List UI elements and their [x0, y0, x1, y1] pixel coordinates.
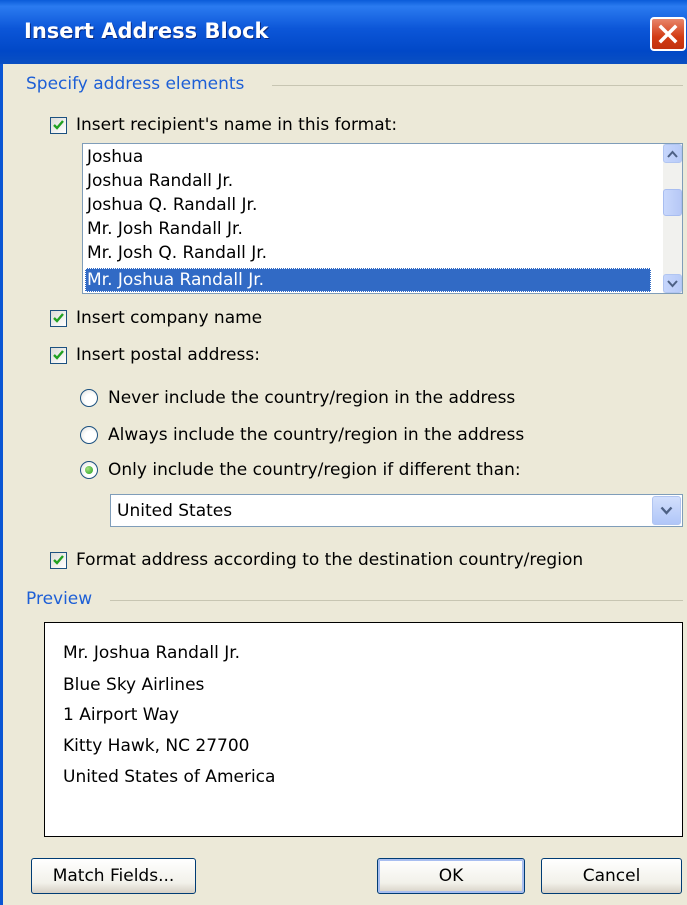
section-label-address-elements: Specify address elements [26, 74, 245, 94]
format-by-destination-checkbox[interactable] [50, 552, 67, 569]
radio-never-include-label: Never include the country/region in the … [108, 388, 516, 408]
country-dropdown-value: United States [117, 501, 233, 521]
preview-line: Mr. Joshua Randall Jr. [63, 643, 241, 663]
chevron-up-icon [667, 150, 678, 158]
dialog-title: Insert Address Block [24, 19, 269, 43]
chevron-down-icon [660, 506, 673, 515]
postal-address-label: Insert postal address: [76, 345, 260, 365]
preview-line: Blue Sky Airlines [63, 675, 205, 695]
list-item[interactable]: Joshua Randall Jr. [87, 169, 233, 193]
checkmark-icon [53, 120, 64, 130]
name-format-listbox[interactable]: Joshua Joshua Randall Jr. Joshua Q. Rand… [82, 143, 683, 294]
radio-only-if-different-label: Only include the country/region if diffe… [108, 460, 521, 480]
radio-selected-dot [85, 466, 93, 474]
title-bar: Insert Address Block [0, 0, 687, 64]
chevron-down-icon [667, 279, 678, 287]
radio-only-if-different[interactable] [80, 461, 98, 479]
radio-always-include-country[interactable] [80, 426, 98, 444]
company-name-checkbox[interactable] [50, 310, 67, 327]
radio-always-include-label: Always include the country/region in the… [108, 425, 525, 445]
list-item[interactable]: Mr. Josh Randall Jr. [87, 217, 243, 241]
dropdown-button[interactable] [652, 496, 681, 525]
company-name-label: Insert company name [76, 308, 263, 328]
listbox-scrollbar[interactable] [663, 144, 682, 293]
list-item[interactable]: Joshua [87, 145, 143, 169]
country-dropdown[interactable]: United States [110, 494, 683, 527]
list-item[interactable]: Joshua Q. Randall Jr. [87, 193, 257, 217]
close-icon [658, 24, 678, 44]
preview-line: 1 Airport Way [63, 705, 180, 725]
radio-never-include-country[interactable] [80, 389, 98, 407]
close-button[interactable] [650, 17, 686, 51]
checkmark-icon [53, 350, 64, 360]
scroll-down-button[interactable] [663, 274, 682, 293]
cancel-button[interactable]: Cancel [541, 858, 682, 894]
scroll-thumb[interactable] [663, 189, 682, 216]
section-divider [272, 85, 683, 86]
list-item-selected[interactable]: Mr. Joshua Randall Jr. [85, 268, 651, 292]
list-item[interactable]: Mr. Josh Q. Randall Jr. [87, 241, 267, 265]
recipient-name-label: Insert recipient's name in this format: [76, 115, 398, 135]
scroll-up-button[interactable] [663, 144, 682, 163]
postal-address-checkbox[interactable] [50, 347, 67, 364]
section-divider [110, 600, 683, 601]
preview-box: Mr. Joshua Randall Jr. Blue Sky Airlines… [44, 622, 683, 837]
format-by-destination-label: Format address according to the destinat… [76, 550, 584, 570]
preview-line: United States of America [63, 767, 276, 787]
ok-button[interactable]: OK [377, 858, 525, 894]
section-label-preview: Preview [26, 589, 93, 609]
match-fields-button[interactable]: Match Fields... [31, 858, 196, 894]
checkmark-icon [53, 313, 64, 323]
recipient-name-checkbox[interactable] [50, 117, 67, 134]
checkmark-icon [53, 555, 64, 565]
preview-line: Kitty Hawk, NC 27700 [63, 736, 250, 756]
